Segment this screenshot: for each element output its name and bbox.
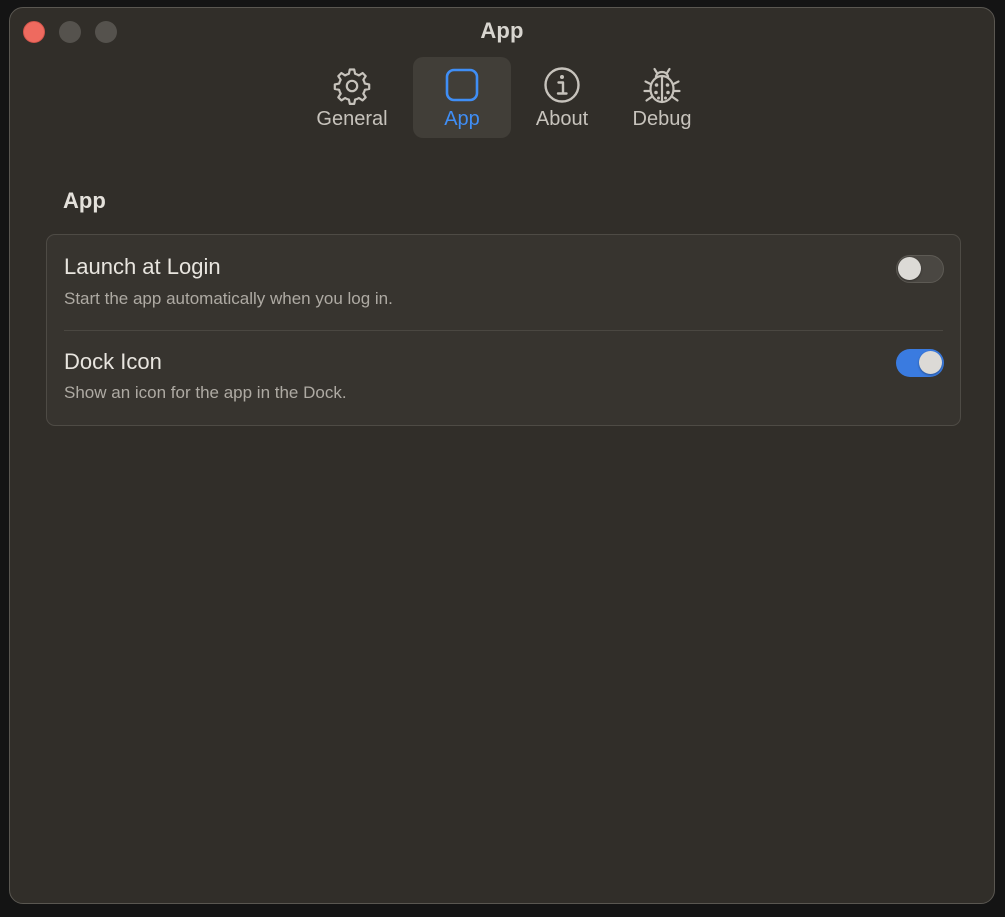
settings-group: Launch at Login Start the app automatica… [46,234,961,426]
setting-description: Start the app automatically when you log… [64,289,393,308]
setting-row-dock-icon: Dock Icon Show an icon for the app in th… [47,332,960,428]
setting-title: Dock Icon [64,349,162,374]
launch-at-login-toggle[interactable] [896,255,944,283]
tab-app-label: App [444,108,480,130]
tab-app[interactable]: App [413,57,511,138]
gear-icon [333,68,371,105]
tab-debug[interactable]: Debug [613,57,711,138]
setting-description: Show an icon for the app in the Dock. [64,383,347,402]
window-title: App [480,18,524,43]
dock-icon-toggle[interactable] [896,349,944,377]
section-title: App [63,188,106,213]
ladybug-icon [643,67,681,104]
setting-row-launch-at-login: Launch at Login Start the app automatica… [47,235,960,331]
row-divider [64,330,943,331]
info-circle-icon [544,67,580,103]
preferences-window: App General App About Debug App Launch a… [9,7,995,904]
tab-about-label: About [535,108,589,130]
tab-general[interactable]: General [303,57,401,138]
tab-general-label: General [316,108,388,130]
setting-title: Launch at Login [64,254,221,279]
tab-debug-label: Debug [632,108,692,130]
tab-about[interactable]: About [513,57,611,138]
app-square-icon [445,68,479,102]
toggle-knob [898,257,921,280]
toggle-knob [919,351,942,374]
